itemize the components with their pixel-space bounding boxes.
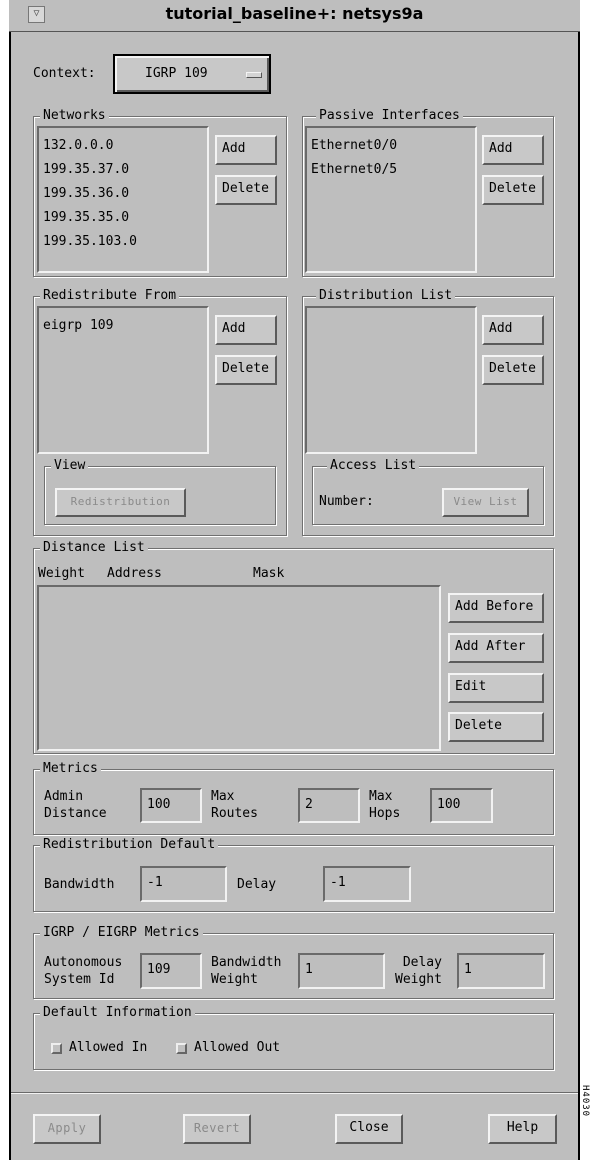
help-button[interactable]: Help — [488, 1114, 557, 1144]
list-item[interactable]: 199.35.103.0 — [43, 230, 203, 254]
list-item[interactable]: Ethernet0/5 — [311, 158, 471, 182]
passive-interfaces-list[interactable]: Ethernet0/0 Ethernet0/5 — [305, 126, 477, 273]
column-header-weight: Weight — [38, 566, 85, 581]
delay-label: Delay — [237, 877, 277, 892]
context-value: IGRP 109 — [145, 66, 208, 81]
access-list-legend: Access List — [327, 458, 420, 474]
bandwidth-weight-label: Bandwidth Weight — [211, 955, 282, 987]
passive-interfaces-legend: Passive Interfaces — [316, 108, 463, 124]
passive-delete-button[interactable]: Delete — [482, 175, 544, 205]
allowed-out-checkbox[interactable] — [176, 1043, 187, 1054]
view-legend: View — [51, 458, 89, 474]
delay-weight-label: Delay Weight — [395, 955, 442, 987]
redistribute-add-button[interactable]: Add — [215, 315, 277, 345]
add-before-button[interactable]: Add Before — [448, 593, 544, 623]
apply-button[interactable]: Apply — [33, 1114, 101, 1144]
context-option-menu[interactable]: IGRP 109 — [113, 54, 271, 94]
revert-button[interactable]: Revert — [183, 1114, 251, 1144]
allowed-in-label[interactable]: Allowed In — [69, 1040, 147, 1055]
close-button[interactable]: Close — [335, 1114, 403, 1144]
igrp-eigrp-metrics-legend: IGRP / EIGRP Metrics — [40, 925, 203, 941]
redistribution-view-button[interactable]: Redistribution — [55, 488, 186, 517]
delay-field[interactable]: -1 — [323, 866, 411, 902]
bandwidth-field[interactable]: -1 — [140, 866, 227, 902]
delay-weight-field[interactable]: 1 — [457, 953, 545, 989]
window-title: tutorial_baseline+: netsys9a — [165, 4, 424, 23]
max-hops-field[interactable]: 100 — [430, 788, 493, 823]
distribution-delete-button[interactable]: Delete — [482, 355, 544, 385]
redistribute-delete-button[interactable]: Delete — [215, 355, 277, 385]
footer-separator — [11, 1092, 578, 1094]
networks-list[interactable]: 132.0.0.0 199.35.37.0 199.35.36.0 199.35… — [37, 126, 209, 273]
distance-delete-button[interactable]: Delete — [448, 712, 544, 742]
networks-add-button[interactable]: Add — [215, 135, 277, 165]
distribution-list-legend: Distribution List — [316, 288, 456, 304]
distance-edit-button[interactable]: Edit — [448, 673, 544, 703]
list-item[interactable]: Ethernet0/0 — [311, 134, 471, 158]
max-hops-label: Max Hops — [369, 789, 401, 821]
admin-distance-label: Admin Distance — [44, 789, 107, 821]
redistribution-default-legend: Redistribution Default — [40, 837, 219, 853]
allowed-out-label[interactable]: Allowed Out — [194, 1040, 280, 1055]
autonomous-system-id-field[interactable]: 109 — [140, 953, 202, 989]
add-after-button[interactable]: Add After — [448, 633, 544, 663]
bandwidth-label: Bandwidth — [44, 877, 115, 892]
redistribute-from-legend: Redistribute From — [40, 288, 180, 304]
redistribute-from-list[interactable]: eigrp 109 — [37, 306, 209, 454]
default-information-legend: Default Information — [40, 1005, 195, 1021]
number-label: Number: — [319, 494, 374, 509]
list-item[interactable]: 199.35.36.0 — [43, 182, 203, 206]
metrics-legend: Metrics — [40, 761, 101, 777]
passive-add-button[interactable]: Add — [482, 135, 544, 165]
bandwidth-weight-field[interactable]: 1 — [298, 953, 385, 989]
title-bar: ▽ tutorial_baseline+: netsys9a — [9, 0, 580, 32]
networks-delete-button[interactable]: Delete — [215, 175, 277, 205]
autonomous-system-id-label: Autonomous System Id — [44, 955, 123, 987]
view-list-button[interactable]: View List — [442, 488, 529, 517]
admin-distance-field[interactable]: 100 — [140, 788, 202, 823]
column-header-mask: Mask — [253, 566, 285, 581]
networks-legend: Networks — [40, 108, 109, 124]
list-item[interactable]: 132.0.0.0 — [43, 134, 203, 158]
list-item[interactable]: 199.35.37.0 — [43, 158, 203, 182]
option-menu-indicator-icon — [246, 72, 262, 78]
distance-list-legend: Distance List — [40, 540, 148, 556]
list-item[interactable]: 199.35.35.0 — [43, 206, 203, 230]
distribution-add-button[interactable]: Add — [482, 315, 544, 345]
list-item[interactable]: eigrp 109 — [43, 314, 203, 338]
distance-list[interactable] — [37, 585, 441, 751]
max-routes-label: Max Routes — [211, 789, 258, 821]
distribution-list[interactable] — [305, 306, 477, 454]
max-routes-field[interactable]: 2 — [298, 788, 360, 823]
allowed-in-checkbox[interactable] — [51, 1043, 62, 1054]
figure-id-label: H4030 — [580, 1085, 590, 1118]
column-header-address: Address — [107, 566, 162, 581]
context-label: Context: — [33, 66, 96, 81]
